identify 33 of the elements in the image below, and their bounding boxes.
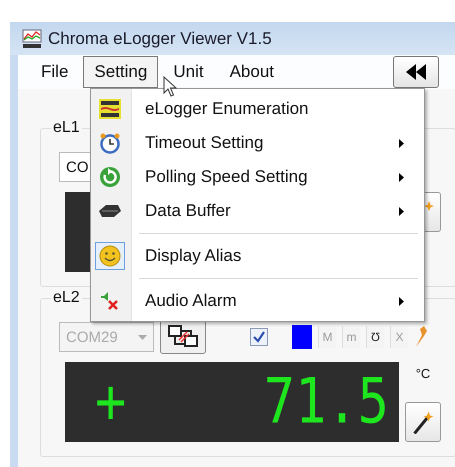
checkbox[interactable] [250,328,268,346]
grid-icon [99,99,121,119]
muted-speaker-icon [100,291,120,311]
chart-icon [22,28,42,48]
magic-wand-icon [412,410,434,434]
menu-item[interactable]: Unit [162,56,215,88]
menu-item[interactable]: Timeout Setting [93,126,422,160]
disk-drive-icon [98,204,122,218]
star-icon [424,201,434,211]
menu-item[interactable]: File [30,56,80,88]
window-title: Chroma eLogger Viewer V1.5 [48,28,272,48]
connect-button[interactable] [160,320,206,354]
refresh-icon [99,166,121,188]
unit-label: °C [416,366,430,381]
menu-item[interactable]: Setting [83,56,158,88]
collapse-button[interactable] [393,56,439,88]
wand-button[interactable] [405,402,441,442]
color-swatch[interactable] [292,325,312,349]
menu-item[interactable]: Display Alias [93,239,422,273]
menu-item[interactable]: About [218,56,286,88]
sign-readout: + [95,366,126,438]
network-icon [167,324,199,350]
group-label: eL2 [52,289,81,307]
group-label: eL1 [52,119,81,137]
menu-item[interactable]: Polling Speed Setting [93,160,422,194]
menu-item[interactable]: eLogger Enumeration [93,92,422,126]
alarm-clock-icon [99,132,121,154]
double-arrow-icon [404,63,428,81]
value-readout: 71.5 [264,366,389,438]
menu-item[interactable]: Audio Alarm [93,284,422,318]
caret-icon [138,334,147,340]
smiley-icon [99,245,121,267]
menu-item[interactable]: Data Buffer [93,194,422,228]
